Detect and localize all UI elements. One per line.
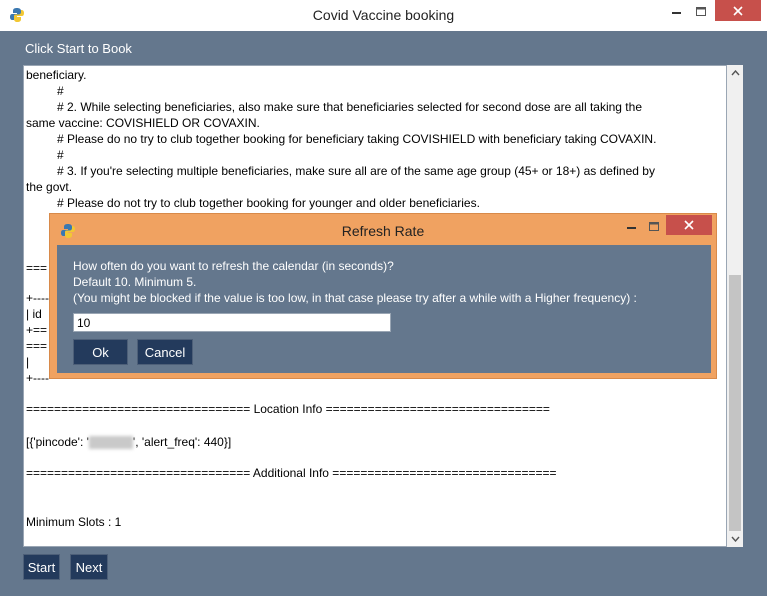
chevron-down-icon bbox=[730, 536, 740, 542]
text-line: # Please do not try to club together boo… bbox=[57, 196, 480, 210]
dialog-body: How often do you want to refresh the cal… bbox=[57, 245, 711, 373]
scroll-up-button[interactable] bbox=[727, 65, 743, 81]
close-icon bbox=[733, 5, 743, 16]
header-label: Click Start to Book bbox=[25, 41, 132, 56]
text-line: === bbox=[26, 261, 48, 275]
text-line: # Please do no try to club together book… bbox=[57, 132, 657, 146]
text-line: +---- bbox=[26, 371, 49, 385]
refresh-rate-dialog: Refresh Rate How often do you want to re… bbox=[49, 213, 717, 379]
text-line: # bbox=[57, 148, 64, 162]
scroll-down-button[interactable] bbox=[727, 531, 743, 547]
dialog-close-button[interactable] bbox=[666, 215, 712, 235]
location-info-suffix: ', 'alert_freq': 440}] bbox=[132, 435, 232, 449]
text-line: beneficiary. bbox=[26, 68, 87, 82]
cancel-button[interactable]: Cancel bbox=[137, 339, 193, 365]
location-info-header: ================================ Locatio… bbox=[26, 402, 550, 416]
text-line: # 3. If you're selecting multiple benefi… bbox=[57, 164, 655, 178]
close-icon bbox=[684, 220, 694, 230]
dialog-minimize-button[interactable] bbox=[622, 218, 642, 236]
dialog-maximize-button[interactable] bbox=[644, 218, 664, 236]
location-info-line: [{'pincode': ' ', 'alert_freq': 440}] bbox=[26, 435, 232, 450]
minimize-icon bbox=[672, 12, 681, 14]
text-line: same vaccine: COVISHIELD OR COVAXIN. bbox=[26, 116, 260, 130]
ok-button[interactable]: Ok bbox=[73, 339, 128, 365]
chevron-up-icon bbox=[730, 70, 740, 76]
next-button[interactable]: Next bbox=[70, 554, 108, 580]
minimize-button[interactable] bbox=[666, 2, 688, 22]
start-button[interactable]: Start bbox=[23, 554, 60, 580]
text-line: # 2. While selecting beneficiaries, also… bbox=[57, 100, 642, 114]
text-line: === bbox=[26, 339, 48, 353]
dialog-title: Refresh Rate bbox=[341, 223, 425, 239]
dialog-prompt-line: (You might be blocked if the value is to… bbox=[73, 291, 637, 305]
minimize-icon bbox=[627, 227, 636, 229]
text-line: | id bbox=[26, 307, 42, 321]
dialog-prompt-line: Default 10. Minimum 5. bbox=[73, 275, 197, 289]
scroll-thumb[interactable] bbox=[729, 275, 741, 531]
location-info-prefix: [{'pincode': ' bbox=[26, 435, 89, 449]
refresh-rate-input[interactable] bbox=[73, 313, 391, 332]
text-line: +---- bbox=[26, 291, 49, 305]
text-line: | bbox=[26, 355, 30, 369]
text-line: the govt. bbox=[26, 180, 73, 194]
window-title: Covid Vaccine booking bbox=[312, 7, 455, 23]
vertical-scrollbar[interactable] bbox=[727, 65, 743, 547]
additional-info-header: ================================ Additio… bbox=[26, 466, 557, 480]
text-line: # bbox=[57, 84, 64, 98]
redacted-pincode bbox=[88, 436, 133, 450]
text-line: +== bbox=[26, 323, 48, 337]
minimum-slots-line: Minimum Slots : 1 bbox=[26, 515, 122, 529]
dialog-prompt-line: How often do you want to refresh the cal… bbox=[73, 259, 394, 273]
maximize-icon bbox=[695, 7, 706, 16]
maximize-icon bbox=[648, 222, 659, 231]
main-titlebar: Covid Vaccine booking bbox=[0, 0, 767, 32]
close-button[interactable] bbox=[715, 0, 761, 21]
maximize-button[interactable] bbox=[690, 2, 712, 22]
